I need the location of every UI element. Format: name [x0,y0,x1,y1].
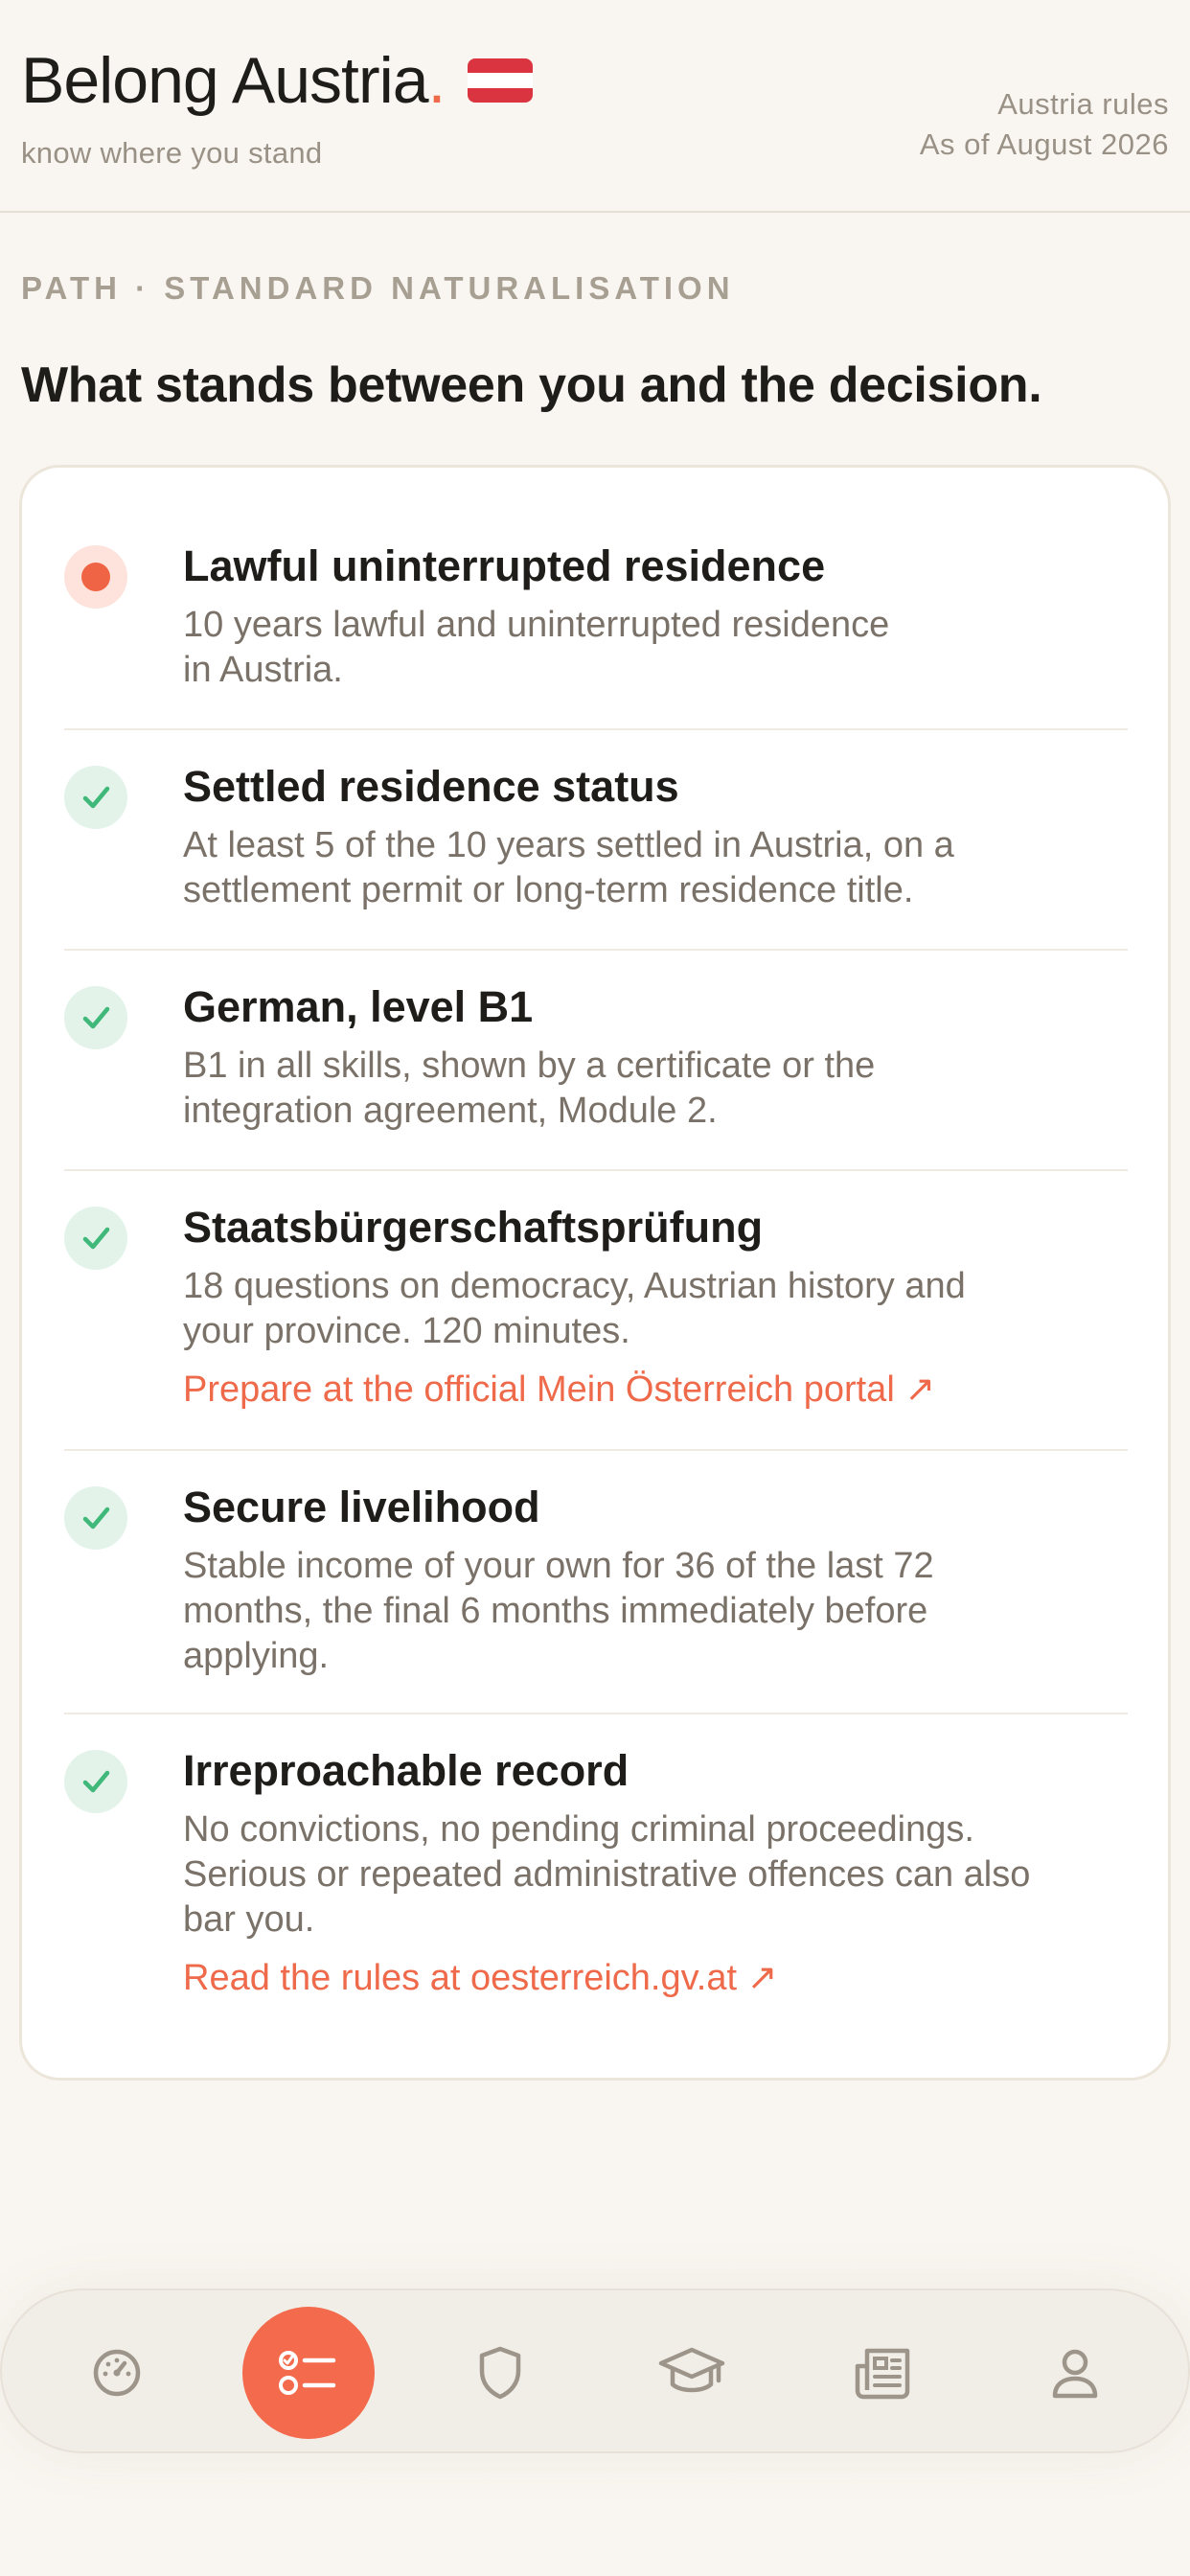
nav-requirements[interactable] [241,2290,376,2455]
requirement-body: Staatsbürgerschaftsprüfung 18 questions … [183,1201,1128,1413]
nav-dashboard[interactable] [50,2290,184,2455]
description-line: Serious or repeated administrative offen… [183,1854,1031,1895]
as-of-date: As of August 2026 [919,127,1169,161]
nav-profile[interactable] [1008,2290,1142,2455]
screen: Belong Austria. know where you stand Aus… [0,0,1190,2576]
description-line: your province. 120 minutes. [183,1311,630,1351]
requirement-description: 10 years lawful and uninterrupted reside… [183,603,1128,693]
profile-icon [1052,2349,1098,2399]
shield-icon [479,2346,521,2400]
requirement-description: 18 questions on democracy, Austrian hist… [183,1264,1128,1354]
graduation-cap-icon [658,2347,725,2393]
bottom-nav [0,2288,1190,2453]
app-header: Belong Austria. know where you stand Aus… [0,0,1190,213]
requirement-description: Stable income of your own for 36 of the … [183,1544,1128,1679]
dashboard-gauge-icon [93,2349,141,2397]
description-line: bar you. [183,1899,315,1940]
description-line: integration agreement, Module 2. [183,1091,718,1131]
app-title-text: Belong Austria [21,44,429,117]
description-line: 18 questions on democracy, Austrian hist… [183,1266,966,1306]
austria-flag-icon [468,58,534,103]
path-eyebrow: PATH · STANDARD NATURALISATION [21,270,735,306]
description-line: Stable income of your own for 36 of the … [183,1546,934,1586]
nav-protection[interactable] [433,2290,567,2455]
description-line: 10 years lawful and uninterrupted reside… [183,605,890,645]
requirement-body: Lawful uninterrupted residence 10 years … [183,540,1128,693]
mein-oesterreich-portal-link[interactable]: Prepare at the official Mein Österreich … [183,1368,935,1413]
requirement-body: German, level B1 B1 in all skills, shown… [183,980,1128,1134]
status-current-icon [64,545,127,609]
oesterreich-gv-rules-link[interactable]: Read the rules at oesterreich.gv.at ↗ [183,1956,777,2001]
requirement-title: Irreproachable record [183,1746,629,1795]
description-line: in Austria. [183,650,343,690]
requirement-body: Settled residence status At least 5 of t… [183,760,1128,913]
description-line: settlement permit or long-term residence… [183,870,914,910]
check-icon [64,1750,127,1813]
active-tab-indicator [242,2307,375,2439]
divider [64,1169,1128,1171]
requirements-card: Lawful uninterrupted residence 10 years … [19,465,1171,2081]
requirement-title: Lawful uninterrupted residence [183,541,826,590]
requirement-description: B1 in all skills, shown by a certificate… [183,1044,1128,1134]
checklist-icon [279,2351,336,2395]
title-dot: . [427,44,446,117]
app-title: Belong Austria. [21,48,446,113]
divider [64,949,1128,951]
requirement-body: Irreproachable record No convictions, no… [183,1744,1128,2001]
check-icon [64,986,127,1049]
page-headline: What stands between you and the decision… [21,357,1042,413]
requirement-title: Secure livelihood [183,1483,540,1531]
description-line: B1 in all skills, shown by a certificate… [183,1046,876,1086]
description-line: At least 5 of the 10 years settled in Au… [183,825,954,865]
requirement-body: Secure livelihood Stable income of your … [183,1481,1128,1679]
newspaper-icon [855,2348,910,2400]
requirement-description: At least 5 of the 10 years settled in Au… [183,823,1128,913]
nav-news[interactable] [816,2290,950,2455]
description-line: No convictions, no pending criminal proc… [183,1809,974,1850]
rules-meta: Austria rules As of August 2026 [920,84,1169,165]
divider [64,1449,1128,1451]
requirement-title: Staatsbürgerschaftsprüfung [183,1203,764,1252]
tagline: know where you stand [21,136,323,170]
description-line: months, the final 6 months immediately b… [183,1591,928,1631]
requirement-title: German, level B1 [183,982,534,1031]
rules-label: Austria rules [997,87,1169,121]
check-icon [64,1486,127,1550]
requirement-title: Settled residence status [183,762,679,811]
description-line: applying. [183,1636,330,1676]
nav-learn[interactable] [625,2290,759,2455]
check-icon [64,766,127,829]
brand: Belong Austria. [21,48,534,113]
requirement-description: No convictions, no pending criminal proc… [183,1807,1128,1943]
divider [64,1713,1128,1714]
divider [64,728,1128,730]
check-icon [64,1207,127,1270]
